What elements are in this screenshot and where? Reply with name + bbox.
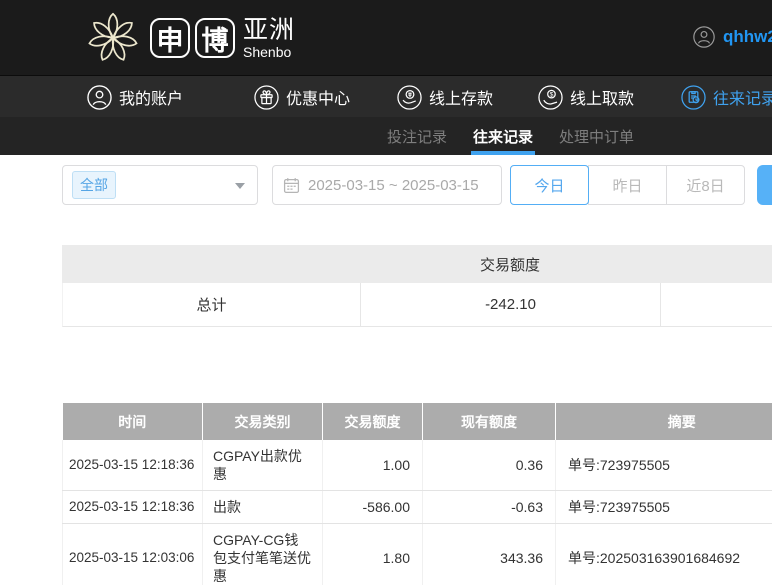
cell-summary: 单号:723975505: [555, 440, 772, 491]
top-header: 申 博 亚洲 Shenbo qhhw2: [0, 0, 772, 75]
cell-summary: 单号:202503163901684692: [555, 523, 772, 585]
brand-latin: Shenbo: [243, 43, 292, 60]
brand-char-2: 博: [195, 18, 235, 58]
chevron-down-icon: [235, 183, 245, 189]
brand-region: 亚洲: [243, 15, 296, 44]
summary-header-amount: 交易额度: [479, 256, 540, 274]
summary-header-row: 交易额度: [62, 245, 772, 283]
tab-betting-records[interactable]: 投注记录: [385, 117, 449, 155]
cell-balance: -0.63: [422, 490, 556, 524]
record-tabs: 投注记录 往来记录 处理中订单: [385, 117, 636, 155]
date-range-value: 2025-03-15 ~ 2025-03-15: [308, 176, 479, 194]
quick-label: 今日: [534, 177, 565, 195]
nav-label: 我的账户: [119, 91, 184, 108]
summary-total-row: 总计 -242.10: [62, 283, 772, 327]
tab-label: 投注记录: [387, 128, 448, 146]
cell-type: CGPAY出款优惠: [202, 440, 323, 491]
account-icon: [87, 84, 112, 110]
user-account[interactable]: qhhw2: [693, 26, 772, 48]
filter-row: 全部 2025-03-15 ~ 2025-03-15 今日 昨日 近8日: [62, 165, 772, 205]
cell-type: 出款: [202, 490, 323, 524]
nav-item-records[interactable]: 往来记录: [681, 76, 772, 118]
cell-type: CGPAY-CG钱包支付笔笔送优惠: [202, 523, 323, 585]
gift-icon: [254, 84, 279, 110]
quick-label: 昨日: [612, 177, 643, 195]
quick-date-group: 今日 昨日 近8日: [510, 165, 745, 205]
quick-label: 近8日: [686, 177, 725, 195]
tab-processing-orders[interactable]: 处理中订单: [557, 117, 636, 155]
yesterday-button[interactable]: 昨日: [588, 165, 667, 205]
col-header-balance: 现有额度: [422, 403, 556, 440]
tab-label: 往来记录: [473, 128, 534, 146]
type-select-value[interactable]: 全部: [72, 171, 116, 199]
table-row: 2025-03-15 12:03:06 CGPAY-CG钱包支付笔笔送优惠 1.…: [62, 523, 772, 585]
cell-amount: 1.80: [322, 523, 423, 585]
nav-item-deposit[interactable]: 线上存款: [397, 76, 493, 118]
col-header-summary: 摘要: [555, 403, 772, 440]
today-button[interactable]: 今日: [510, 165, 589, 205]
cell-amount: -586.00: [322, 490, 423, 524]
svg-text:$: $: [550, 91, 554, 98]
nav-item-promotions[interactable]: 优惠中心: [254, 76, 350, 118]
date-range-input[interactable]: 2025-03-15 ~ 2025-03-15: [272, 165, 502, 205]
cell-time: 2025-03-15 12:03:06: [62, 523, 203, 585]
nav-label: 往来记录: [713, 91, 772, 108]
withdraw-icon: $: [538, 84, 563, 110]
col-header-type: 交易类别: [202, 403, 323, 440]
search-button[interactable]: [757, 165, 772, 205]
last8days-button[interactable]: 近8日: [666, 165, 745, 205]
summary-total-label: 总计: [63, 283, 361, 326]
nav-item-my-account[interactable]: 我的账户: [87, 76, 183, 118]
sub-navigation: 投注记录 往来记录 处理中订单: [0, 117, 772, 155]
tab-transaction-records[interactable]: 往来记录: [471, 117, 536, 155]
username-text[interactable]: qhhw2: [723, 27, 772, 47]
records-icon: [681, 84, 706, 110]
tab-label: 处理中订单: [559, 128, 635, 146]
nav-label: 线上取款: [570, 91, 635, 108]
nav-label: 优惠中心: [286, 91, 351, 108]
calendar-icon: [283, 177, 300, 194]
records-table-head: 时间 交易类别 交易额度 现有额度 摘要: [62, 403, 772, 440]
summary-table: 交易额度 总计 -242.10: [62, 245, 772, 327]
brand-logo: 申 博 亚洲 Shenbo: [84, 8, 295, 68]
cell-time: 2025-03-15 12:18:36: [62, 440, 203, 491]
col-header-amount: 交易额度: [322, 403, 423, 440]
deposit-icon: [397, 84, 422, 110]
nav-item-withdraw[interactable]: $ 线上取款: [538, 76, 634, 118]
records-table-body: 2025-03-15 12:18:36 CGPAY出款优惠 1.00 0.36 …: [62, 440, 772, 585]
flower-logo-icon: [84, 9, 142, 67]
cell-time: 2025-03-15 12:18:36: [62, 490, 203, 524]
summary-total-value: -242.10: [361, 283, 661, 326]
cell-amount: 1.00: [322, 440, 423, 491]
header-row: 时间 交易类别 交易额度 现有额度 摘要: [62, 403, 772, 440]
cell-balance: 343.36: [422, 523, 556, 585]
table-row: 2025-03-15 12:18:36 CGPAY出款优惠 1.00 0.36 …: [62, 440, 772, 491]
nav-label: 线上存款: [429, 91, 494, 108]
user-avatar-icon: [693, 26, 715, 48]
main-navigation: 我的账户 优惠中心 线上存款 $ 线上取款 往来记录: [0, 75, 772, 117]
brand-char-1: 申: [150, 18, 190, 58]
table-row: 2025-03-15 12:18:36 出款 -586.00 -0.63 单号:…: [62, 490, 772, 524]
content-area: 全部 2025-03-15 ~ 2025-03-15 今日 昨日 近8日 交易额…: [0, 155, 772, 585]
cell-balance: 0.36: [422, 440, 556, 491]
summary-empty-cell: [661, 283, 772, 326]
records-table: 时间 交易类别 交易额度 现有额度 摘要 2025-03-15 12:18:36…: [62, 403, 772, 585]
cell-summary: 单号:723975505: [555, 490, 772, 524]
type-select[interactable]: 全部: [62, 165, 258, 205]
col-header-time: 时间: [62, 403, 203, 440]
brand-suffix: 亚洲 Shenbo: [243, 15, 296, 60]
